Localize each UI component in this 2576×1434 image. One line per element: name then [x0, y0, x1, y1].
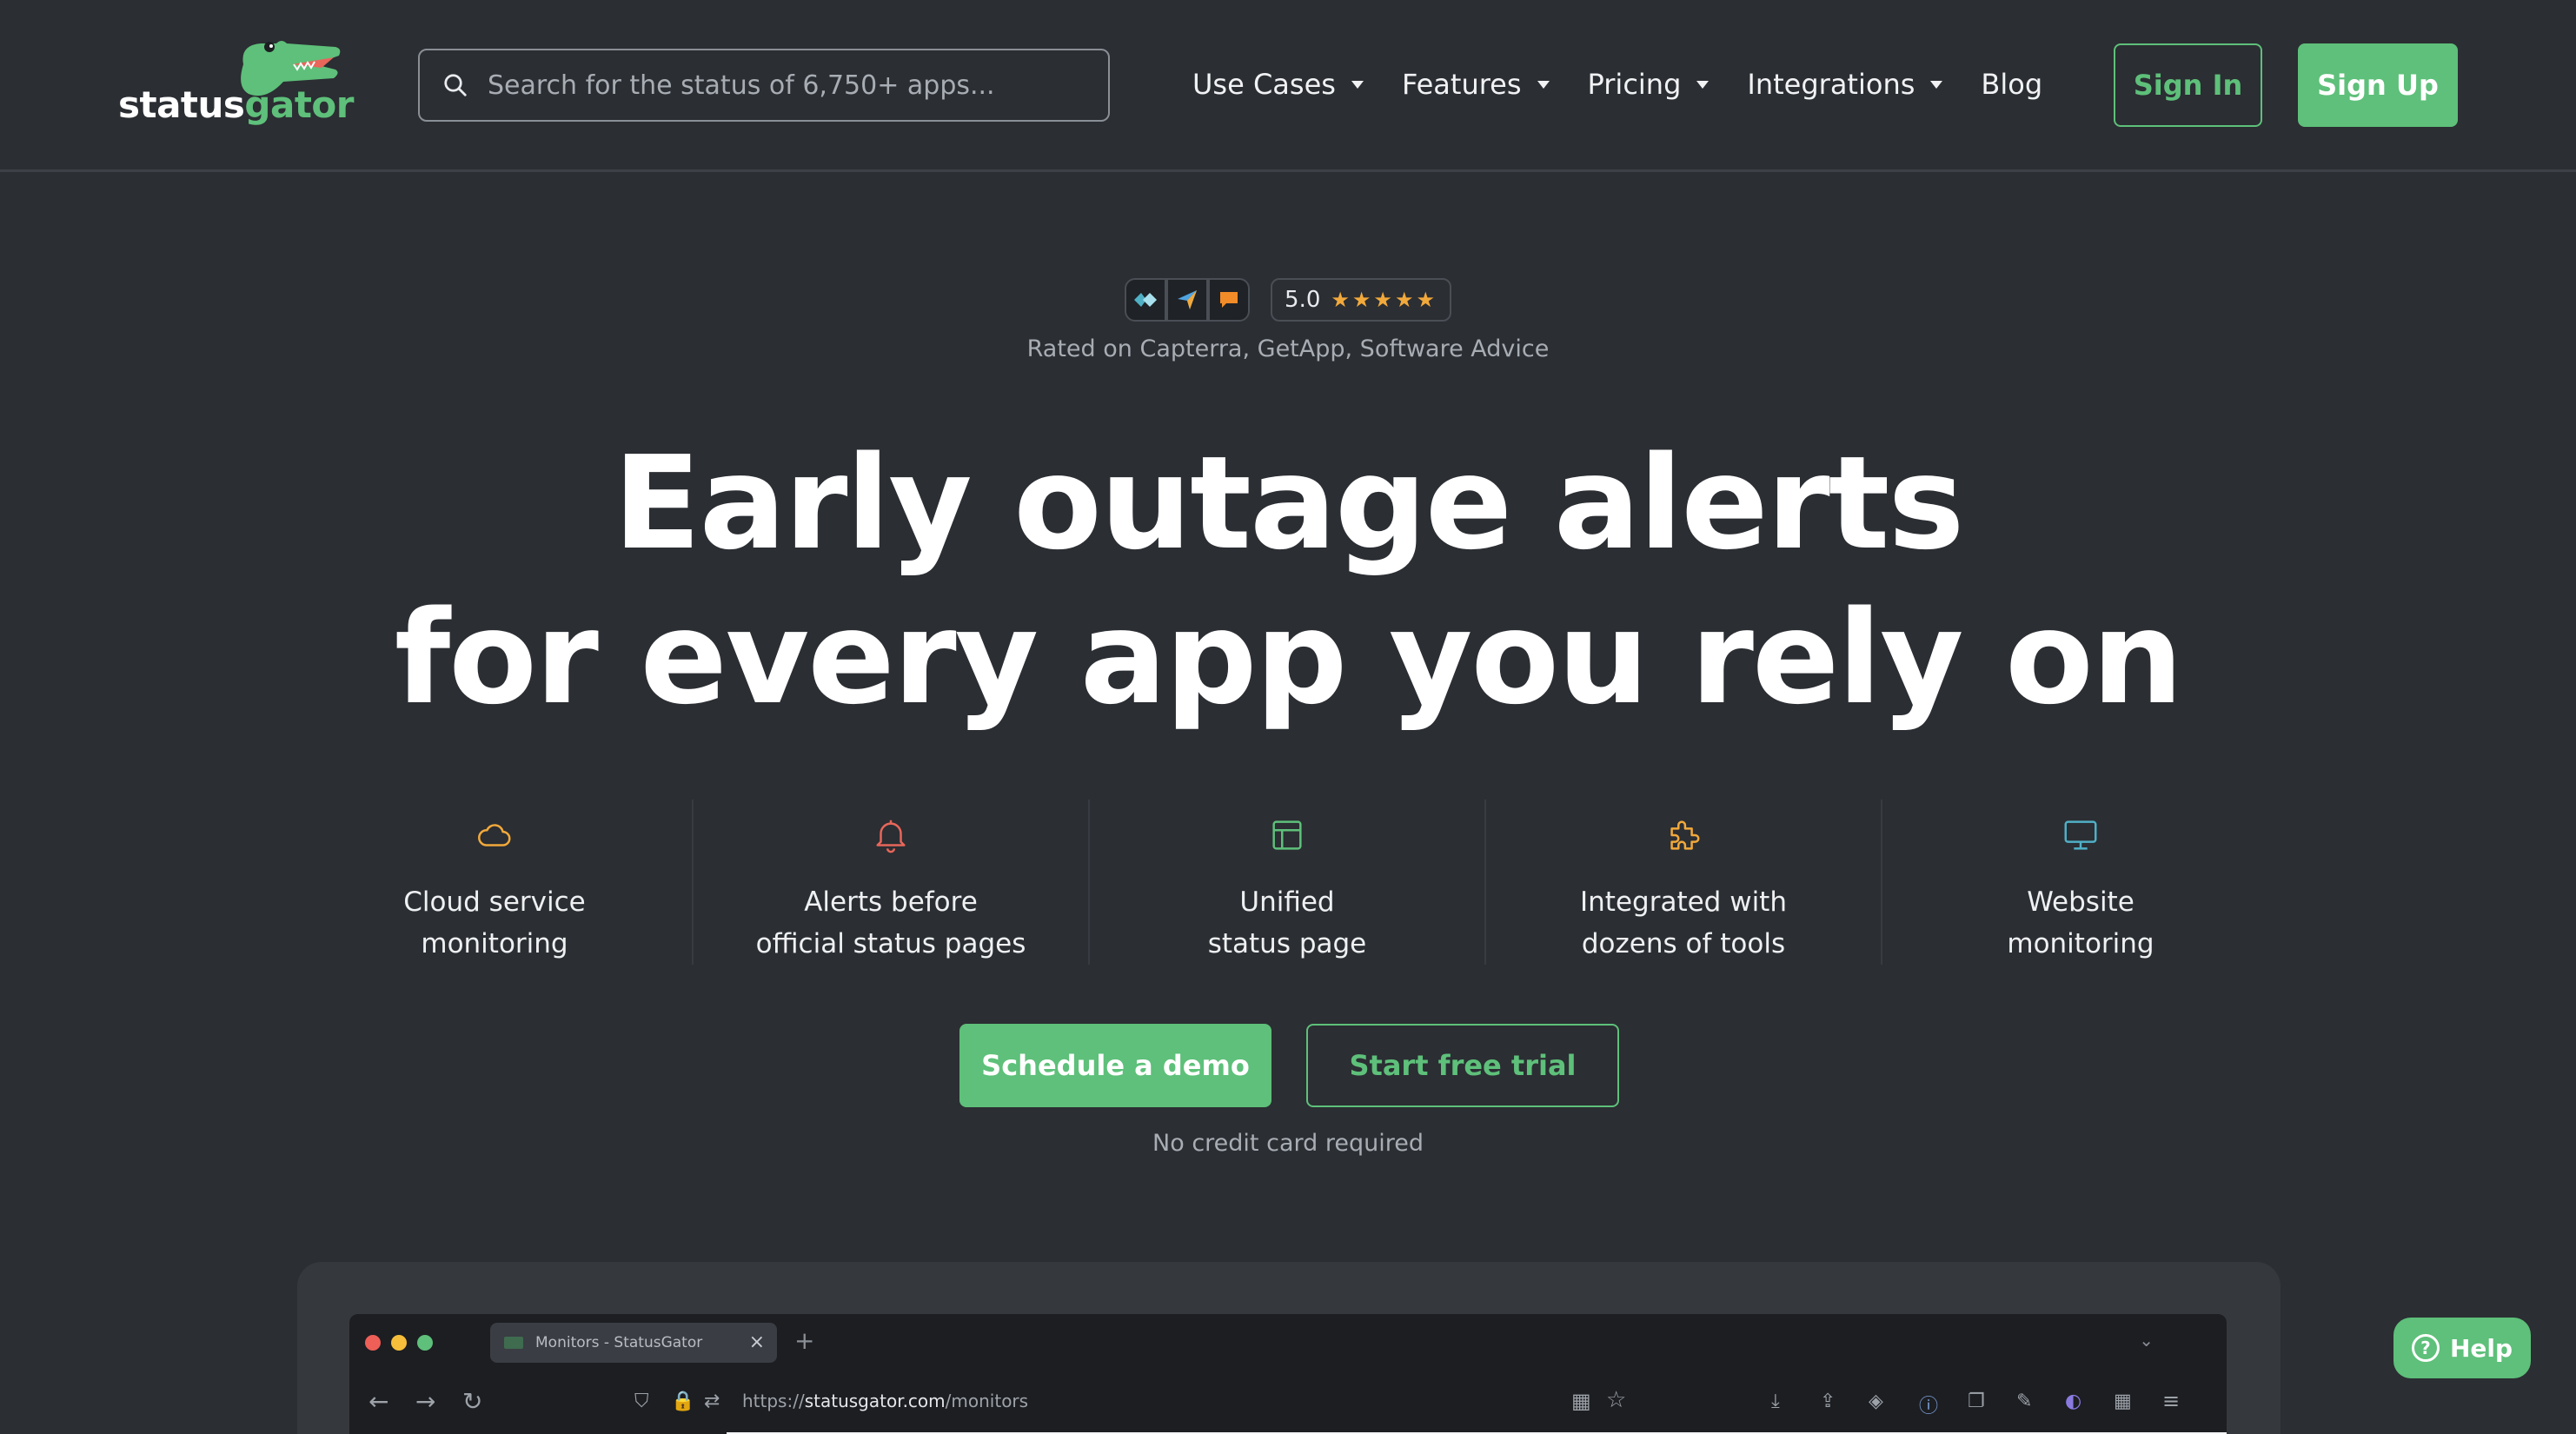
favicon-icon [504, 1337, 523, 1349]
maximize-dot-icon [417, 1335, 433, 1351]
extension-shield-icon: ◈ [1869, 1391, 1883, 1412]
browser-url: https://statusgator.com/monitors [742, 1391, 1029, 1411]
capterra-logo-icon [1134, 293, 1158, 307]
nav-features[interactable]: Features [1402, 68, 1550, 101]
statusgator-logo[interactable]: statusgator [118, 38, 354, 134]
extension-pin-icon: ✎ [2016, 1391, 2033, 1412]
nav-pricing[interactable]: Pricing [1588, 68, 1710, 101]
nav-integrations[interactable]: Integrations [1747, 68, 1943, 101]
forward-arrow-icon: → [415, 1387, 436, 1416]
download-icon: ⤓ [1771, 1391, 1780, 1412]
nav-blog[interactable]: Blog [1981, 68, 2042, 101]
extension-info-icon: ⓘ [1919, 1396, 1939, 1417]
software-advice-logo-icon [1220, 292, 1238, 308]
feature-early-alerts: Alerts before official status pages [694, 800, 1090, 965]
window-controls [365, 1335, 433, 1351]
rating-row: 5.0 ★★★★★ [0, 278, 2576, 322]
lock-icon: 🔒 [671, 1391, 695, 1412]
grid-icon: ▦ [1571, 1389, 1591, 1413]
site-header: statusgator Use Cases Features Pricing I… [0, 0, 2576, 172]
caret-down-icon [1537, 80, 1550, 89]
browser-toolbar: ← → ↻ ⛉ 🔒 ⇄ https://statusgator.com/moni… [349, 1371, 2227, 1432]
main-nav: Use Cases Features Pricing Integrations … [1192, 61, 2042, 108]
software-advice-badge [1208, 278, 1251, 322]
feature-integrations: Integrated with dozens of tools [1486, 800, 1882, 965]
caret-down-icon [1351, 80, 1364, 89]
extensions-puzzle-icon: ▦ [2114, 1391, 2132, 1412]
hero-headline: Early outage alerts for every app you re… [394, 428, 2183, 733]
getapp-logo-icon [1178, 290, 1198, 309]
getapp-badge [1166, 278, 1209, 322]
reload-icon: ↻ [462, 1387, 483, 1416]
app-search-box[interactable] [418, 49, 1110, 122]
feature-unified-status-page: Unified status page [1090, 800, 1486, 965]
minimize-dot-icon [391, 1335, 407, 1351]
star-rating-icon: ★★★★★ [1331, 288, 1437, 312]
feature-website-monitoring: Website monitoring [1882, 800, 2279, 965]
help-button[interactable]: ? Help [2393, 1318, 2531, 1378]
schedule-demo-button[interactable]: Schedule a demo [959, 1024, 1271, 1107]
bookmark-star-icon: ☆ [1606, 1387, 1627, 1413]
browser-screenshot: Monitors - StatusGator × + ⌄ ← → ↻ ⛉ 🔒 ⇄… [349, 1314, 2227, 1434]
new-tab-icon: + [794, 1326, 815, 1355]
question-mark-icon: ? [2411, 1334, 2440, 1362]
extension-windows-icon: ❐ [1968, 1391, 1985, 1412]
nav-use-cases[interactable]: Use Cases [1192, 68, 1364, 101]
sign-up-button[interactable]: Sign Up [2298, 43, 2458, 127]
extension-d-icon: ◐ [2065, 1391, 2082, 1412]
tab-close-icon: × [748, 1331, 765, 1353]
close-dot-icon [365, 1335, 381, 1351]
permissions-icon: ⇄ [704, 1391, 720, 1412]
start-free-trial-button[interactable]: Start free trial [1306, 1024, 1619, 1107]
share-icon: ⇪ [1820, 1391, 1836, 1412]
back-arrow-icon: ← [368, 1387, 389, 1416]
puzzle-icon [1670, 820, 1700, 850]
caret-down-icon [1930, 80, 1943, 89]
menu-icon: ≡ [2162, 1389, 2181, 1413]
layout-icon [1272, 820, 1302, 850]
caret-down-icon [1696, 80, 1710, 89]
tab-list-chevron-icon: ⌄ [2139, 1330, 2154, 1351]
logo-wordmark: statusgator [118, 83, 354, 126]
browser-tab: Monitors - StatusGator × [490, 1323, 777, 1363]
cloud-icon [478, 824, 511, 846]
bell-icon [876, 820, 906, 853]
feature-cloud-monitoring: Cloud service monitoring [297, 800, 694, 965]
rating-score: 5.0 ★★★★★ [1271, 278, 1451, 322]
sign-in-button[interactable]: Sign In [2114, 43, 2262, 127]
rating-caption: Rated on Capterra, GetApp, Software Advi… [1026, 335, 1550, 362]
no-credit-card-note: No credit card required [1152, 1130, 1424, 1157]
review-site-badges [1125, 278, 1251, 322]
shield-icon: ⛉ [634, 1391, 649, 1412]
feature-list: Cloud service monitoring Alerts before o… [297, 800, 2279, 965]
capterra-badge [1125, 278, 1167, 322]
monitor-icon [2064, 820, 2097, 850]
search-icon [444, 74, 467, 96]
search-input[interactable] [488, 70, 1096, 101]
